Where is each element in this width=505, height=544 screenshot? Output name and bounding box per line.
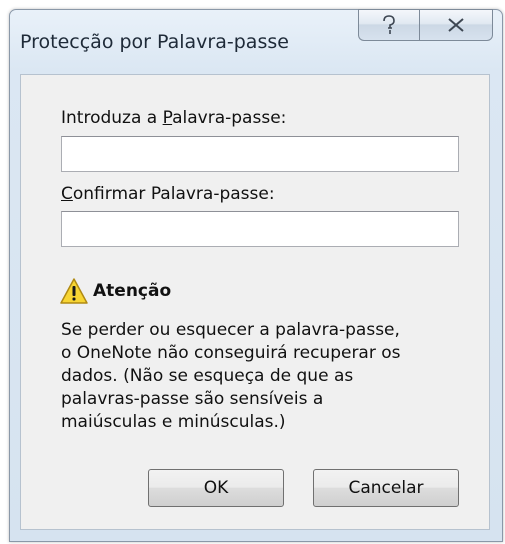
confirm-password-input[interactable] [61, 211, 459, 247]
warning-line: palavras-passe são sensíveis a [61, 389, 324, 409]
ok-button[interactable]: OK [148, 469, 284, 507]
warning-message: Se perder ou esquecer a palavra-passe, o… [61, 319, 481, 434]
help-icon [383, 15, 395, 34]
warning-line: dados. (Não se esqueça de que as [61, 366, 354, 386]
warning-title: Atenção [93, 281, 172, 301]
warning-line: o OneNote não conseguirá recuperar os [61, 343, 401, 363]
password-label: Introduza a Palavra-passe: [61, 108, 287, 128]
warning-heading: Atenção [59, 277, 171, 305]
warning-line: Se perder ou esquecer a palavra-passe, [61, 320, 400, 340]
close-icon [448, 18, 464, 32]
warning-line: maiúsculas e minúsculas.) [61, 412, 286, 432]
dialog-body: Introduza a Palavra-passe: Confirmar Pal… [20, 74, 490, 530]
warning-icon [60, 278, 88, 304]
cancel-button[interactable]: Cancelar [313, 469, 459, 507]
confirm-password-label: Confirmar Palavra-passe: [61, 184, 275, 204]
help-button[interactable] [358, 9, 419, 41]
password-protection-dialog: Protecção por Palavra-passe Introduza a … [0, 0, 505, 544]
password-input[interactable] [61, 136, 459, 172]
dialog-title: Protecção por Palavra-passe [20, 31, 289, 53]
close-button[interactable] [419, 9, 493, 41]
